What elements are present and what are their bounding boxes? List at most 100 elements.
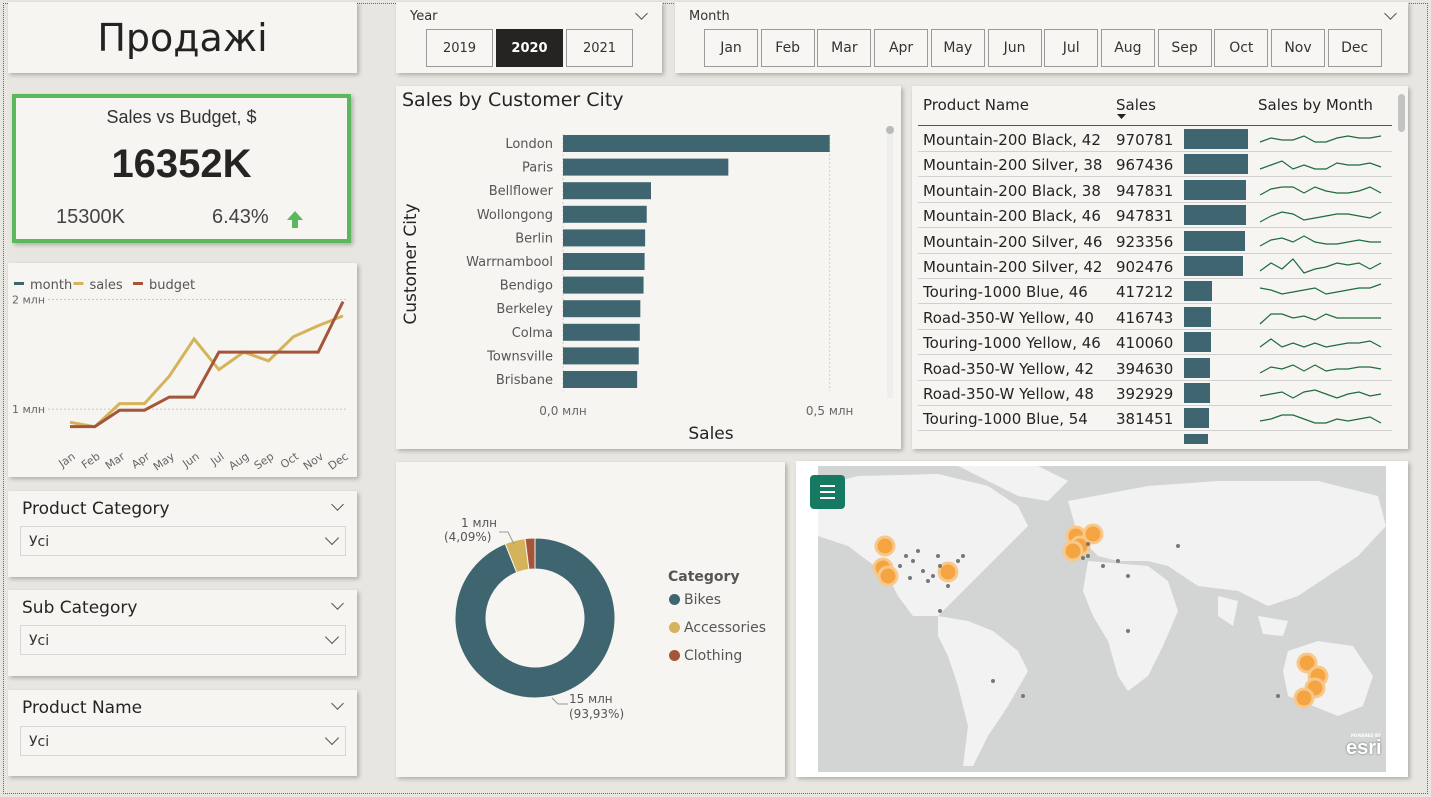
month-jul-button[interactable]: Jul: [1044, 29, 1099, 67]
year-2021-button[interactable]: 2021: [566, 29, 633, 67]
bar-paris[interactable]: [563, 158, 729, 176]
table-row[interactable]: Touring-1000 Yellow, 46 410060: [918, 329, 1392, 356]
sparkline: [1259, 160, 1382, 171]
dropdown-value: Усі: [29, 734, 50, 750]
chevron-down-icon[interactable]: [331, 697, 344, 710]
month-nov-button[interactable]: Nov: [1271, 29, 1325, 67]
map-point-small[interactable]: [1126, 629, 1130, 633]
map-point-large[interactable]: [1293, 687, 1315, 709]
map-point-small[interactable]: [921, 569, 925, 573]
map-point-large[interactable]: [877, 565, 899, 587]
map-point-small[interactable]: [938, 609, 942, 613]
map-point-large[interactable]: [1062, 540, 1084, 562]
sparkline: [1259, 135, 1382, 143]
month-may-button[interactable]: May: [930, 29, 985, 67]
chevron-down-icon[interactable]: [635, 7, 648, 20]
map-point-small[interactable]: [1081, 556, 1085, 560]
map-point-small[interactable]: [1126, 574, 1130, 578]
month-sep-button[interactable]: Sep: [1157, 29, 1212, 67]
bar-warrnambool[interactable]: [563, 253, 645, 270]
map-point-small[interactable]: [898, 564, 902, 568]
map-point-small[interactable]: [956, 559, 960, 563]
month-jan-button[interactable]: Jan: [704, 29, 758, 67]
col-header-product-name[interactable]: Product Name: [923, 96, 1029, 114]
map-point-small[interactable]: [911, 559, 915, 563]
map-point-small[interactable]: [908, 576, 912, 580]
map-point-small[interactable]: [916, 549, 920, 553]
bar-bendigo[interactable]: [563, 276, 644, 294]
legend-item-clothing[interactable]: Clothing: [669, 648, 742, 664]
map-point-small[interactable]: [1021, 694, 1025, 698]
bar-berlin[interactable]: [563, 229, 646, 247]
col-header-sales[interactable]: Sales: [1116, 96, 1156, 114]
legend-item-bikes[interactable]: Bikes: [669, 592, 721, 608]
world-map[interactable]: [818, 466, 1386, 772]
map-point-small[interactable]: [1276, 694, 1280, 698]
col-header-sales-by-month[interactable]: Sales by Month: [1258, 96, 1373, 114]
product-category-dropdown[interactable]: Усі: [20, 526, 346, 556]
map-point-small[interactable]: [936, 554, 940, 558]
map-point-small[interactable]: [946, 584, 950, 588]
scrollbar-track[interactable]: [886, 126, 894, 398]
table-row[interactable]: [918, 431, 1392, 444]
month-mar-button[interactable]: Mar: [817, 29, 872, 67]
map-menu-button[interactable]: [810, 475, 845, 509]
map-point-small[interactable]: [1086, 554, 1090, 558]
table-row[interactable]: Touring-1000 Blue, 54 381451: [918, 405, 1392, 432]
map-point-small[interactable]: [931, 574, 935, 578]
table-row[interactable]: Mountain-200 Silver, 42 902476: [918, 253, 1392, 279]
year-2019-button[interactable]: 2019: [426, 29, 493, 67]
table-row[interactable]: Mountain-200 Silver, 46 923356: [918, 228, 1392, 254]
map-point-small[interactable]: [1176, 544, 1180, 548]
month-jun-button[interactable]: Jun: [987, 29, 1042, 67]
table-row[interactable]: Mountain-200 Black, 38 947831: [918, 177, 1392, 203]
table-row[interactable]: Road-350-W Yellow, 48 392929: [918, 380, 1392, 406]
kpi-percent: 6.43%: [212, 206, 269, 228]
legend-item-accessories[interactable]: Accessories: [669, 620, 766, 636]
chevron-down-icon[interactable]: [331, 498, 344, 511]
map-point-small[interactable]: [961, 554, 965, 558]
map-point-small[interactable]: [904, 554, 908, 558]
chevron-down-icon[interactable]: [331, 597, 344, 610]
hamburger-icon: [820, 485, 835, 499]
product-name-filter: Product Name Усі: [8, 690, 357, 776]
table-row[interactable]: Touring-1000 Blue, 46 417212: [918, 278, 1392, 305]
bar-townsville[interactable]: [563, 347, 639, 365]
page-title: Продажі: [8, 2, 357, 73]
table-row[interactable]: Road-350-W Yellow, 42 394630: [918, 355, 1392, 381]
bar-london[interactable]: [563, 135, 830, 152]
bar-brisbane[interactable]: [563, 371, 638, 388]
sub-category-dropdown[interactable]: Усі: [20, 625, 346, 655]
month-apr-button[interactable]: Apr: [874, 29, 929, 67]
bar-bellflower[interactable]: [563, 182, 651, 200]
sales-map: POWERED BY esri: [796, 461, 1408, 777]
table-row[interactable]: Road-350-W Yellow, 40 416743: [918, 304, 1392, 330]
month-aug-button[interactable]: Aug: [1100, 29, 1155, 67]
sales-databar: [1184, 383, 1210, 403]
scrollbar-thumb[interactable]: [886, 126, 894, 134]
month-dec-button[interactable]: Dec: [1327, 29, 1382, 67]
map-point-small[interactable]: [926, 579, 930, 583]
sales-cell: 947831: [1116, 181, 1174, 200]
table-row[interactable]: Mountain-200 Silver, 38 967436: [918, 151, 1392, 178]
map-point-small[interactable]: [938, 564, 942, 568]
bar-wollongong[interactable]: [563, 205, 647, 223]
table-row[interactable]: Mountain-200 Black, 42 970781: [918, 126, 1392, 152]
map-point-small[interactable]: [1116, 559, 1120, 563]
month-oct-button[interactable]: Oct: [1214, 29, 1269, 67]
product-name-dropdown[interactable]: Усі: [20, 726, 346, 756]
map-point-large[interactable]: [1082, 523, 1104, 545]
map-point-small[interactable]: [1101, 564, 1105, 568]
table-row[interactable]: Mountain-200 Black, 46 947831: [918, 202, 1392, 229]
scrollbar-thumb[interactable]: [1398, 94, 1405, 132]
map-point-small[interactable]: [1086, 542, 1090, 546]
bar-berkeley[interactable]: [563, 300, 641, 318]
map-point-large[interactable]: [874, 535, 896, 557]
sales-databar: [1184, 256, 1244, 276]
bar-colma[interactable]: [563, 323, 640, 341]
month-feb-button[interactable]: Feb: [760, 29, 815, 67]
sparkline: [1259, 234, 1381, 247]
map-point-small[interactable]: [991, 679, 995, 683]
chevron-down-icon[interactable]: [1384, 7, 1397, 20]
year-2020-button[interactable]: 2020: [496, 29, 563, 67]
